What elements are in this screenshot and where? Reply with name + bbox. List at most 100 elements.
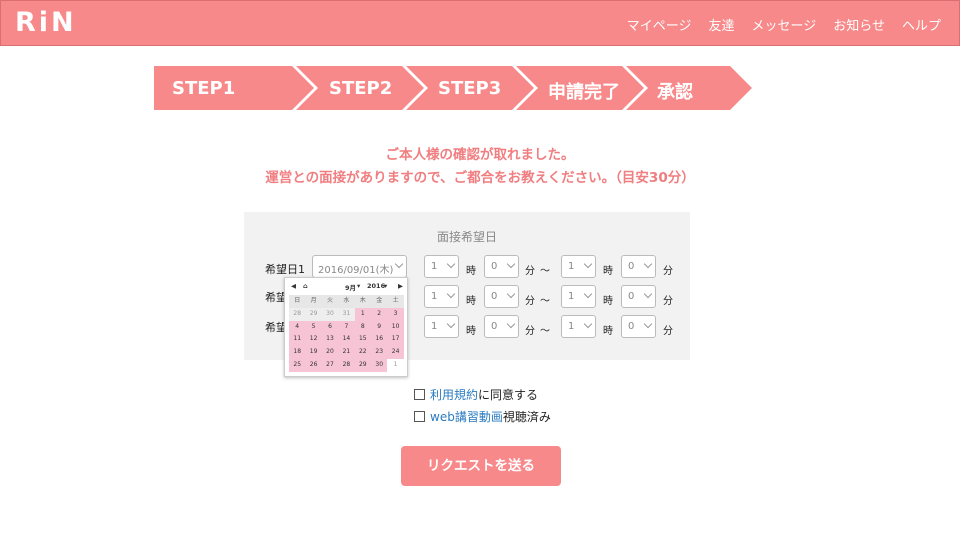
calendar-day[interactable]: 1 xyxy=(354,307,371,321)
calendar-day[interactable]: 11 xyxy=(289,333,306,347)
send-request-button[interactable]: リクエストを送る xyxy=(401,446,561,486)
chevron-down-icon xyxy=(583,319,593,329)
end-minute-select-3[interactable]: 0 xyxy=(621,315,656,338)
prev-month-icon[interactable]: ◀ xyxy=(291,282,296,290)
calendar-day[interactable]: 1 xyxy=(387,359,404,372)
calendar-day[interactable]: 7 xyxy=(338,320,355,334)
step-3-label: STEP3 xyxy=(438,78,502,99)
minute-unit: 分 xyxy=(663,266,673,277)
end-hour-value: 1 xyxy=(568,261,575,272)
calendar-day[interactable]: 30 xyxy=(321,307,339,321)
next-month-icon[interactable]: ▶ xyxy=(398,282,403,290)
tilde-separator: 〜 xyxy=(540,296,550,307)
start-minute-value: 0 xyxy=(491,291,498,302)
logo[interactable]: RiN xyxy=(15,7,77,38)
row-1-label: 希望日1 xyxy=(265,263,305,276)
start-minute-select-2[interactable]: 0 xyxy=(484,285,519,308)
chevron-down-icon xyxy=(643,289,653,299)
start-minute-value: 0 xyxy=(491,321,498,332)
calendar-day[interactable]: 9 xyxy=(371,320,388,334)
calendar-day[interactable]: 23 xyxy=(371,346,388,359)
calendar-day[interactable]: 8 xyxy=(354,320,371,334)
calendar-day[interactable]: 27 xyxy=(321,359,339,372)
nav-notifications[interactable]: お知らせ xyxy=(833,15,885,34)
calendar-day[interactable]: 21 xyxy=(338,346,355,359)
calendar-day[interactable]: 15 xyxy=(354,333,371,347)
chevron-down-icon xyxy=(583,259,593,269)
end-hour-select-3[interactable]: 1 xyxy=(561,315,596,338)
calendar-day[interactable]: 2 xyxy=(371,307,388,321)
video-link[interactable]: web講習動画 xyxy=(430,410,503,424)
terms-checkbox[interactable] xyxy=(414,389,425,400)
calendar-day[interactable]: 20 xyxy=(321,346,339,359)
calendar-weekday: 月 xyxy=(305,295,322,308)
terms-link[interactable]: 利用規約 xyxy=(430,388,478,402)
video-checkbox[interactable] xyxy=(414,411,425,422)
end-minute-value: 0 xyxy=(628,261,635,272)
calendar-day[interactable]: 13 xyxy=(321,333,339,347)
calendar-day[interactable]: 17 xyxy=(387,333,404,347)
calendar-day[interactable]: 10 xyxy=(387,320,404,334)
chevron-down-icon xyxy=(643,259,653,269)
start-minute-select-1[interactable]: 0 xyxy=(484,255,519,278)
panel-title: 面接希望日 xyxy=(436,230,497,244)
home-icon[interactable]: ⌂ xyxy=(303,282,308,290)
calendar-day[interactable]: 28 xyxy=(338,359,355,372)
calendar-day[interactable]: 5 xyxy=(305,320,322,334)
calendar-day[interactable]: 25 xyxy=(289,359,306,372)
chevron-down-icon xyxy=(506,259,516,269)
nav-friends[interactable]: 友達 xyxy=(708,15,734,34)
end-minute-select-2[interactable]: 0 xyxy=(621,285,656,308)
date-select-1[interactable]: 2016/09/01(木) xyxy=(312,255,407,278)
start-hour-select-1[interactable]: 1 xyxy=(424,255,459,278)
start-hour-select-2[interactable]: 1 xyxy=(424,285,459,308)
calendar-day[interactable]: 30 xyxy=(371,359,388,372)
calendar-weekday: 木 xyxy=(354,295,371,308)
minute-unit: 分 xyxy=(663,296,673,307)
hour-unit: 時 xyxy=(466,266,476,277)
hour-unit: 時 xyxy=(466,296,476,307)
calendar-day[interactable]: 16 xyxy=(371,333,388,347)
nav-messages[interactable]: メッセージ xyxy=(751,15,816,34)
start-hour-select-3[interactable]: 1 xyxy=(424,315,459,338)
hour-unit: 時 xyxy=(603,266,613,277)
calendar-day[interactable]: 28 xyxy=(289,307,306,321)
minute-unit: 分 xyxy=(525,326,535,337)
chevron-down-icon xyxy=(394,259,404,269)
calendar-day[interactable]: 29 xyxy=(354,359,371,372)
calendar-month-chevron: ▾ xyxy=(357,282,361,290)
nav-help[interactable]: ヘルプ xyxy=(902,15,941,34)
calendar-day[interactable]: 31 xyxy=(338,307,355,321)
terms-agreement[interactable]: 利用規約に同意する xyxy=(414,386,538,403)
end-hour-select-2[interactable]: 1 xyxy=(561,285,596,308)
calendar-day[interactable]: 4 xyxy=(289,320,306,334)
calendar-day[interactable]: 29 xyxy=(305,307,322,321)
calendar-day[interactable]: 18 xyxy=(289,346,306,359)
end-hour-value: 1 xyxy=(568,291,575,302)
hour-unit: 時 xyxy=(603,326,613,337)
calendar-weekday: 火 xyxy=(321,295,339,308)
calendar-day[interactable]: 14 xyxy=(338,333,355,347)
step-5-label: 承認 xyxy=(657,82,693,103)
calendar-year[interactable]: 2016 xyxy=(367,282,385,290)
video-agreement[interactable]: web講習動画視聴済み xyxy=(414,408,551,425)
calendar-weekday: 水 xyxy=(338,295,355,308)
calendar-year-chevron: ▾ xyxy=(384,282,388,290)
calendar-day[interactable]: 12 xyxy=(305,333,322,347)
end-minute-select-1[interactable]: 0 xyxy=(621,255,656,278)
tilde-separator: 〜 xyxy=(540,326,550,337)
calendar-day[interactable]: 6 xyxy=(321,320,339,334)
nav-mypage[interactable]: マイページ xyxy=(627,15,692,34)
date-picker-popup: ◀ ⌂ 9月 ▾ 2016 ▾ ▶ 日月火水木金土 28 29 30 31 1 2 3 4 5 6 7… xyxy=(284,277,408,377)
start-minute-value: 0 xyxy=(491,261,498,272)
calendar-day[interactable]: 3 xyxy=(387,307,404,321)
start-minute-select-3[interactable]: 0 xyxy=(484,315,519,338)
calendar-day[interactable]: 22 xyxy=(354,346,371,359)
chevron-down-icon xyxy=(446,319,456,329)
calendar-day[interactable]: 26 xyxy=(305,359,322,372)
minute-unit: 分 xyxy=(663,326,673,337)
calendar-day[interactable]: 24 xyxy=(387,346,404,359)
calendar-day[interactable]: 19 xyxy=(305,346,322,359)
calendar-month[interactable]: 9月 xyxy=(345,282,356,292)
end-hour-select-1[interactable]: 1 xyxy=(561,255,596,278)
